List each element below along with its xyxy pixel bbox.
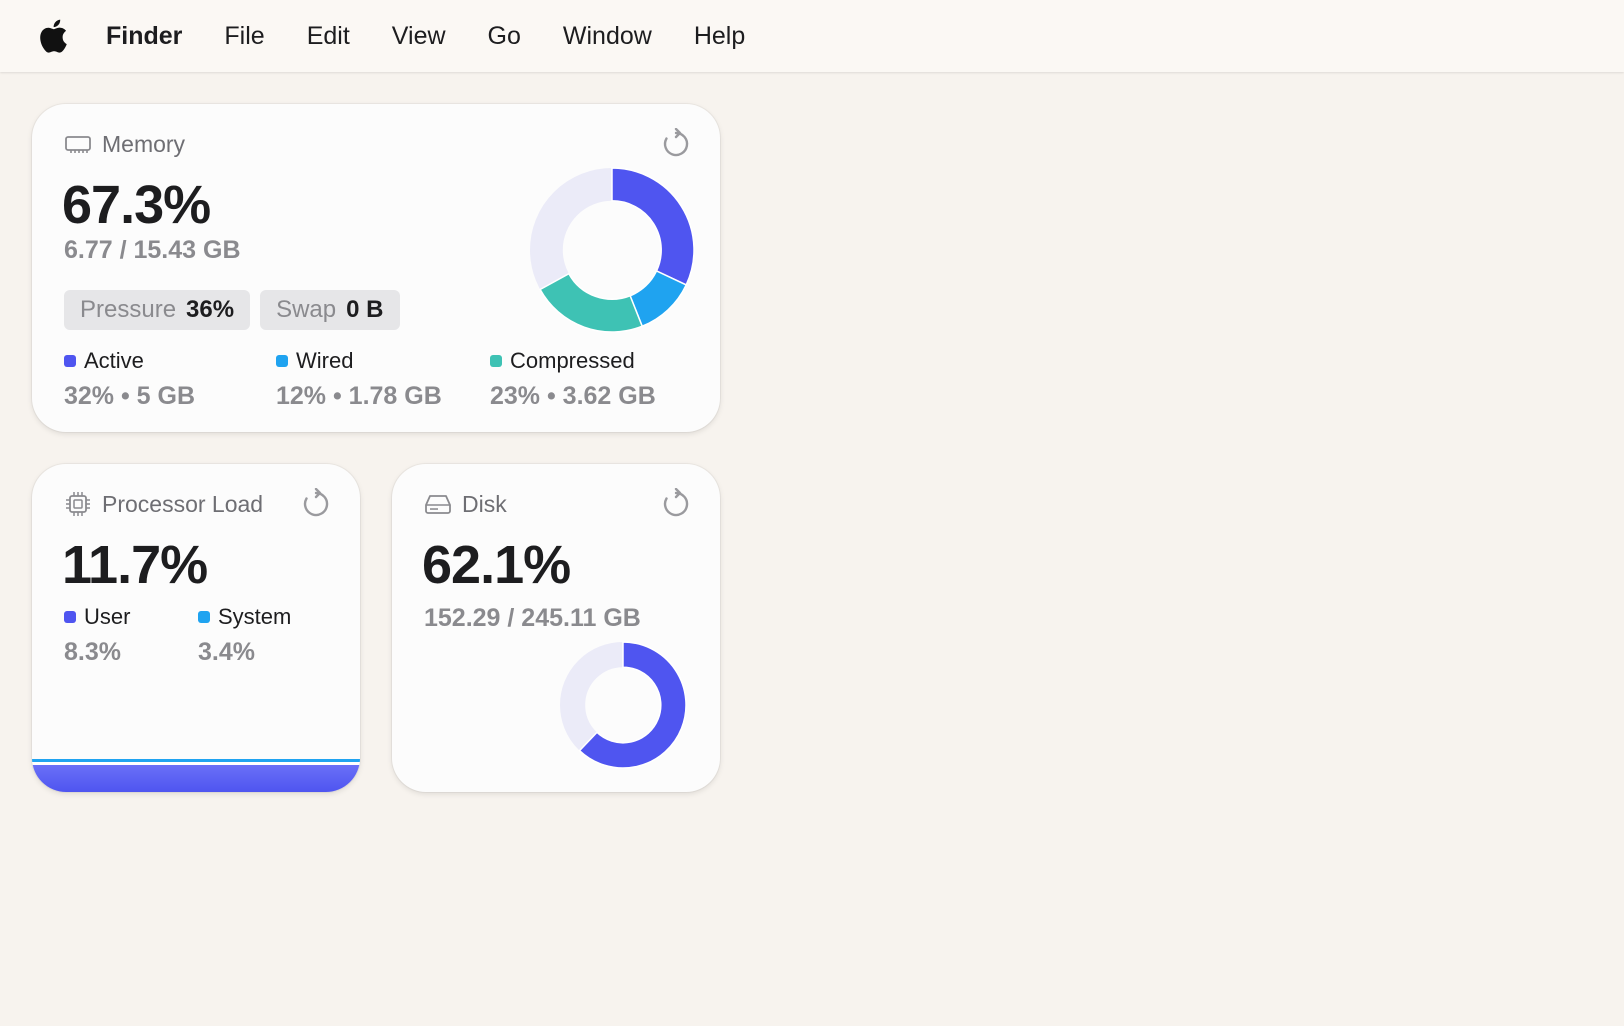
swap-chip: Swap 0 B xyxy=(260,290,400,330)
swap-label: Swap xyxy=(276,296,337,323)
memory-donut-chart xyxy=(530,167,695,333)
wired-value: 12% • 1.78 GB xyxy=(276,382,442,410)
system-swatch xyxy=(198,611,210,623)
menu-edit[interactable]: Edit xyxy=(307,22,350,51)
disk-widget[interactable]: Disk 62.1% 152.29 / 245.11 GB xyxy=(392,464,720,792)
donut-segment-compressed xyxy=(539,272,644,333)
processor-widget[interactable]: Processor Load 11.7% User 8.3% System 3.… xyxy=(32,464,360,792)
disk-percent: 62.1% xyxy=(422,535,571,595)
memory-header: Memory xyxy=(64,130,185,158)
menu-window[interactable]: Window xyxy=(563,22,652,51)
cpu-title: Processor Load xyxy=(102,490,264,517)
compressed-value: 23% • 3.62 GB xyxy=(490,382,656,410)
pressure-value: 36% xyxy=(186,296,235,323)
wired-label: Wired xyxy=(296,348,354,373)
memory-usage: 6.77 / 15.43 GB xyxy=(64,236,241,264)
disk-donut-chart xyxy=(559,641,687,769)
memory-widget[interactable]: Memory 67.3% 6.77 / 15.43 GB Pressure 36… xyxy=(32,104,720,432)
user-swatch xyxy=(64,611,76,623)
legend-system: System 3.4% xyxy=(198,604,291,667)
user-label: User xyxy=(84,604,131,629)
disk-usage: 152.29 / 245.11 GB xyxy=(424,604,641,632)
menu-view[interactable]: View xyxy=(392,22,446,51)
wired-swatch xyxy=(276,355,288,367)
menu-file[interactable]: File xyxy=(224,22,264,51)
cpu-load-bar xyxy=(32,759,360,792)
memory-title: Memory xyxy=(102,130,186,157)
legend-user: User 8.3% xyxy=(64,604,130,667)
menu-help[interactable]: Help xyxy=(694,22,745,51)
menu-bar: Finder File Edit View Go Window Help xyxy=(0,0,1624,72)
memory-chip-icon xyxy=(64,130,92,158)
legend-wired: Wired 12% • 1.78 GB xyxy=(276,348,442,411)
legend-compressed: Compressed 23% • 3.62 GB xyxy=(490,348,656,411)
active-value: 32% • 5 GB xyxy=(64,382,196,410)
refresh-icon[interactable] xyxy=(300,487,332,520)
system-label: System xyxy=(218,604,292,629)
pressure-chip: Pressure 36% xyxy=(64,290,251,330)
memory-chips: Pressure 36% Swap 0 B xyxy=(64,290,400,330)
user-load-fill xyxy=(32,765,360,792)
disk-drive-icon xyxy=(424,490,452,518)
pressure-label: Pressure xyxy=(80,296,177,323)
user-value: 8.3% xyxy=(64,638,121,666)
memory-percent: 67.3% xyxy=(62,175,211,235)
system-value: 3.4% xyxy=(198,638,255,666)
menu-go[interactable]: Go xyxy=(488,22,521,51)
disk-header: Disk xyxy=(424,490,507,518)
cpu-header: Processor Load xyxy=(64,490,263,518)
compressed-swatch xyxy=(490,355,502,367)
cpu-percent: 11.7% xyxy=(62,535,208,595)
menu-finder[interactable]: Finder xyxy=(106,22,182,51)
active-swatch xyxy=(64,355,76,367)
refresh-icon[interactable] xyxy=(660,127,692,160)
cpu-icon xyxy=(64,490,92,518)
compressed-label: Compressed xyxy=(510,348,635,373)
legend-active: Active 32% • 5 GB xyxy=(64,348,195,411)
donut-segment-active xyxy=(611,167,695,286)
disk-title: Disk xyxy=(462,490,507,517)
apple-logo-icon[interactable] xyxy=(38,18,70,54)
swap-value: 0 B xyxy=(346,296,384,323)
active-label: Active xyxy=(84,348,144,373)
refresh-icon[interactable] xyxy=(660,487,692,520)
